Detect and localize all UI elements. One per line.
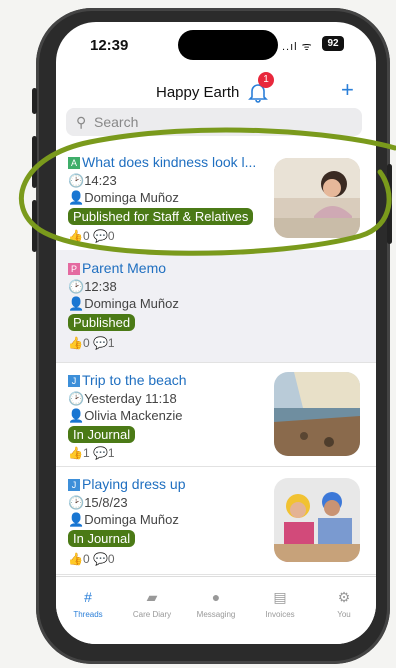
post-author: 👤Dominga Muñoz bbox=[68, 296, 179, 311]
tab-care-diary[interactable]: ▰ Care Diary bbox=[120, 589, 184, 619]
tag-icon: J bbox=[68, 479, 80, 491]
phone-power-button bbox=[387, 164, 392, 244]
post-title[interactable]: P Parent Memo bbox=[68, 260, 278, 276]
post-author: 👤Olivia Mackenzie bbox=[68, 408, 183, 423]
status-badge: In Journal bbox=[68, 530, 136, 547]
post-title[interactable]: J Trip to the beach bbox=[68, 372, 278, 388]
post-title[interactable]: J Playing dress up bbox=[68, 476, 278, 492]
status-time: 12:39 bbox=[90, 37, 129, 54]
tab-label: Threads bbox=[73, 610, 103, 619]
post-time: 🕑14:23 bbox=[68, 173, 117, 188]
tag-icon: A bbox=[68, 157, 80, 169]
list-item[interactable]: P Parent Memo 🕑12:38 👤Dominga Muñoz Publi… bbox=[56, 250, 376, 363]
page-title: Happy Earth bbox=[156, 84, 240, 101]
chat-icon: ● bbox=[211, 589, 221, 605]
post-stats: 👍0 💬0 bbox=[68, 552, 115, 566]
post-author: 👤Dominga Muñoz bbox=[68, 512, 179, 527]
status-badge: In Journal bbox=[68, 426, 136, 443]
list-item[interactable]: J Playing dress up 🕑15/8/23 👤Dominga Muño… bbox=[56, 466, 376, 575]
tag-icon: P bbox=[68, 263, 80, 275]
list-item[interactable]: J Trip to the beach 🕑Yesterday 11:18 👤Oli… bbox=[56, 362, 376, 467]
post-stats: 👍0 💬1 bbox=[68, 336, 115, 350]
phone-screen: 12:39 ..ıl ᯤ 92 Happy Earth 1 + ⚲ Search… bbox=[56, 22, 376, 644]
status-badge: Published for Staff & Relatives bbox=[68, 208, 254, 225]
notification-badge: 1 bbox=[258, 72, 274, 88]
post-time: 🕑15/8/23 bbox=[68, 495, 128, 510]
tab-label: Invoices bbox=[265, 610, 295, 619]
dynamic-island bbox=[178, 30, 278, 60]
tab-label: You bbox=[337, 610, 351, 619]
tab-bar: # Threads ▰ Care Diary ● Messaging ▤ Inv… bbox=[56, 576, 376, 644]
tag-icon: J bbox=[68, 375, 80, 387]
phone-volume-down bbox=[32, 200, 37, 252]
list-item[interactable]: A What does kindness look l... 🕑14:23 👤Do… bbox=[56, 146, 376, 251]
battery-icon: 92 bbox=[322, 36, 344, 51]
gear-icon: ⚙ bbox=[337, 589, 351, 605]
plus-icon[interactable]: + bbox=[341, 77, 354, 103]
status-bar: 12:39 ..ıl ᯤ 92 bbox=[56, 22, 376, 72]
tab-threads[interactable]: # Threads bbox=[56, 589, 120, 619]
nav-bar: Happy Earth 1 + bbox=[56, 72, 376, 112]
search-placeholder: Search bbox=[94, 114, 139, 130]
post-stats: 👍1 💬1 bbox=[68, 446, 115, 460]
post-thumbnail[interactable] bbox=[274, 158, 360, 238]
post-stats: 👍0 💬0 bbox=[68, 229, 115, 243]
threads-icon: # bbox=[84, 589, 92, 605]
search-icon: ⚲ bbox=[76, 114, 87, 130]
post-title[interactable]: A What does kindness look l... bbox=[68, 154, 278, 170]
tab-label: Messaging bbox=[196, 610, 236, 619]
status-badge: Published bbox=[68, 314, 136, 331]
tab-label: Care Diary bbox=[132, 610, 172, 619]
post-thumbnail[interactable] bbox=[274, 478, 360, 562]
post-author: 👤Dominga Muñoz bbox=[68, 190, 179, 205]
phone-volume-up bbox=[32, 136, 37, 188]
invoice-icon: ▤ bbox=[273, 589, 287, 605]
post-thumbnail[interactable] bbox=[274, 372, 360, 456]
tab-you[interactable]: ⚙ You bbox=[312, 589, 376, 619]
book-icon: ▰ bbox=[146, 589, 158, 605]
tab-messaging[interactable]: ● Messaging bbox=[184, 589, 248, 619]
phone-silent-switch bbox=[32, 88, 37, 114]
post-time: 🕑Yesterday 11:18 bbox=[68, 391, 177, 406]
thread-list: A What does kindness look l... 🕑14:23 👤Do… bbox=[56, 146, 376, 576]
signal-wifi-icon: ..ıl ᯤ bbox=[282, 41, 313, 53]
tab-invoices[interactable]: ▤ Invoices bbox=[248, 589, 312, 619]
post-time: 🕑12:38 bbox=[68, 279, 117, 294]
search-bar[interactable]: ⚲ Search bbox=[66, 108, 362, 136]
